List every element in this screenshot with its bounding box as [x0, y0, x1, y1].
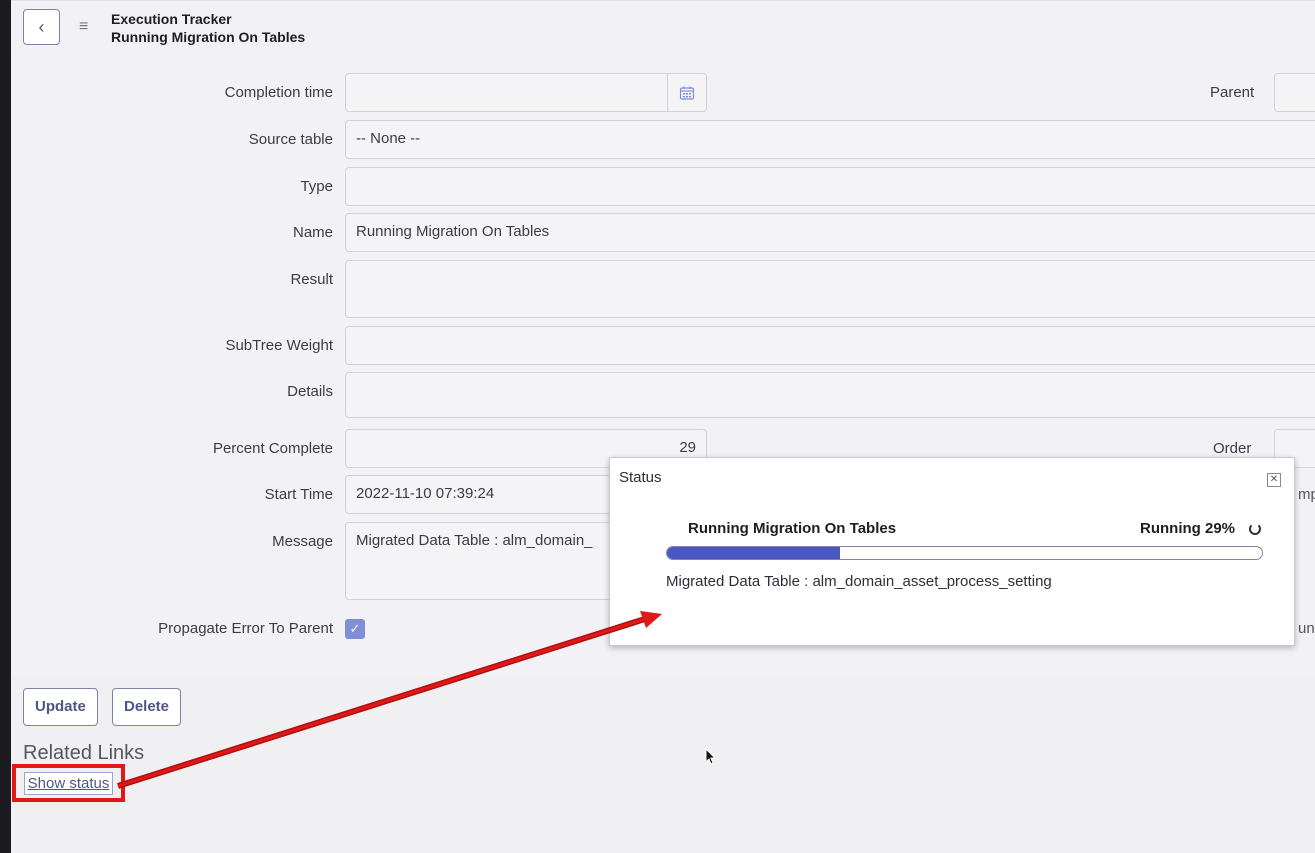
form-footer: Update Delete Related Links Show status	[11, 676, 1315, 853]
task-status-text: Running 29%	[1140, 520, 1236, 537]
partial-right-text-2: un	[1298, 620, 1315, 637]
result-label: Result	[290, 271, 333, 288]
details-input[interactable]	[345, 372, 1315, 418]
status-dialog: Status ✕ Running Migration On Tables Run…	[609, 457, 1295, 646]
task-name: Running Migration On Tables	[688, 520, 897, 537]
propagate-error-label: Propagate Error To Parent	[158, 620, 333, 637]
record-name-title: Running Migration On Tables	[111, 29, 306, 45]
type-input[interactable]	[345, 167, 1315, 206]
order-label: Order	[1213, 440, 1252, 457]
record-type-title: Execution Tracker	[111, 11, 232, 27]
show-status-link[interactable]: Show status	[23, 771, 114, 795]
completion-time-input[interactable]	[345, 73, 668, 112]
parent-label: Parent	[1210, 84, 1255, 101]
status-message: Migrated Data Table : alm_domain_asset_p…	[666, 573, 1052, 590]
mouse-cursor-icon	[705, 748, 717, 765]
type-label: Type	[300, 178, 333, 195]
start-time-label: Start Time	[264, 486, 333, 503]
progress-bar-fill	[667, 547, 840, 559]
completion-time-label: Completion time	[224, 84, 333, 101]
related-links-heading: Related Links	[23, 742, 145, 764]
show-status-highlight: Show status	[12, 764, 125, 802]
hamburger-icon[interactable]: ≡	[79, 18, 88, 36]
calendar-button[interactable]	[667, 73, 707, 112]
subtree-weight-input[interactable]	[345, 326, 1315, 365]
percent-complete-label: Percent Complete	[212, 440, 333, 457]
left-edge-strip	[0, 0, 11, 853]
result-textarea[interactable]	[345, 260, 1315, 318]
parent-input[interactable]	[1274, 73, 1315, 112]
progress-bar	[666, 546, 1263, 560]
propagate-error-checkbox[interactable]: ✓	[345, 619, 365, 639]
subtree-weight-label: SubTree Weight	[225, 337, 333, 354]
back-button[interactable]: ‹	[23, 9, 60, 45]
details-label: Details	[287, 383, 333, 400]
update-button[interactable]: Update	[23, 688, 98, 726]
name-label: Name	[292, 224, 333, 241]
delete-button[interactable]: Delete	[112, 688, 182, 726]
partial-right-text-1: mp	[1298, 486, 1315, 503]
source-table-label: Source table	[248, 131, 333, 148]
calendar-icon	[679, 86, 695, 100]
form-header: ‹ ≡ Execution Tracker Running Migration …	[11, 0, 1315, 56]
message-label: Message	[272, 533, 333, 550]
status-dialog-title: Status	[619, 469, 662, 486]
chevron-left-icon: ‹	[38, 16, 45, 37]
source-table-select[interactable]: -- None --	[345, 120, 1315, 159]
close-icon[interactable]: ✕	[1267, 473, 1281, 487]
name-input[interactable]: Running Migration On Tables	[345, 213, 1315, 252]
spinner-icon	[1249, 523, 1261, 535]
